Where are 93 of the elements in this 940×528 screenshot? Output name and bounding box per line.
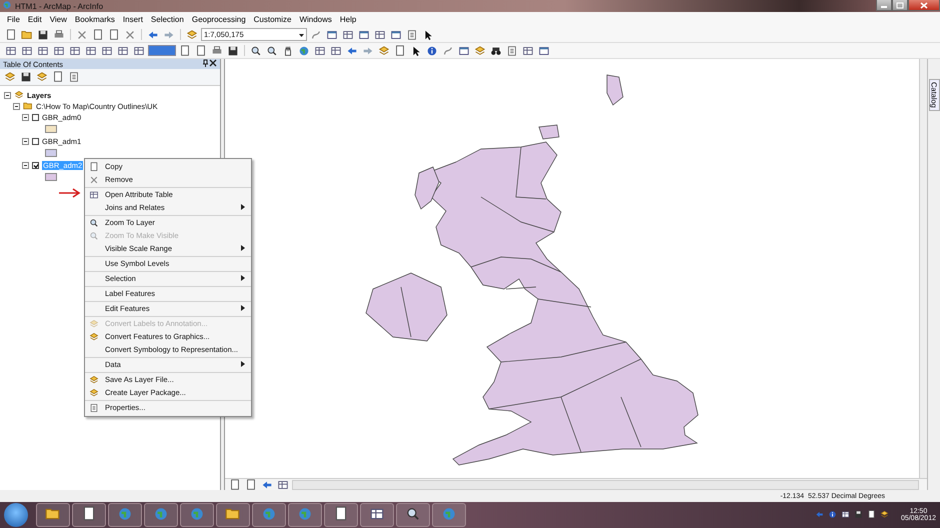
grid-icon[interactable] (36, 44, 50, 57)
collapse-icon[interactable] (4, 92, 11, 99)
menu-item[interactable]: Windows (295, 15, 336, 24)
layers-icon (88, 318, 98, 328)
layer-checkbox[interactable] (32, 114, 39, 121)
menu-item[interactable]: Bookmarks (70, 15, 119, 24)
grid-icon[interactable] (373, 28, 387, 41)
cross-icon (88, 174, 98, 184)
collapse-icon[interactable] (22, 138, 29, 145)
minimize-button[interactable] (876, 0, 892, 11)
restore-icon (896, 2, 904, 8)
grid-icon[interactable] (329, 44, 343, 57)
grid-icon[interactable] (84, 44, 98, 57)
layers-icon (88, 374, 98, 384)
page-icon[interactable] (228, 478, 242, 491)
layers-icon[interactable] (3, 70, 17, 84)
window-icon[interactable] (457, 44, 471, 57)
grid-icon[interactable] (521, 44, 535, 57)
grid-icon[interactable] (276, 478, 290, 491)
grid-icon[interactable] (116, 44, 130, 57)
close-icon (920, 2, 928, 8)
window-icon[interactable] (537, 44, 551, 57)
grid-icon[interactable] (20, 44, 34, 57)
grid-icon[interactable] (68, 44, 82, 57)
grid-icon[interactable] (132, 44, 146, 57)
layers-icon[interactable] (185, 28, 199, 41)
page-icon[interactable] (107, 28, 121, 41)
collapse-icon[interactable] (22, 162, 29, 169)
pin-icon[interactable] (202, 59, 209, 69)
taskbar-app-button[interactable] (324, 503, 358, 527)
restore-button[interactable] (892, 0, 908, 11)
menu-item[interactable]: Geoprocessing (188, 15, 250, 24)
folder-icon[interactable] (20, 28, 34, 41)
window-title: HTM1 - ArcMap - ArcInfo (15, 2, 104, 10)
magnifier-icon (88, 230, 98, 240)
menu-item[interactable]: Insert (118, 15, 147, 24)
page-icon (88, 162, 98, 172)
layers-icon[interactable] (473, 44, 487, 57)
grid-icon[interactable] (52, 44, 66, 57)
close-button[interactable] (908, 0, 940, 11)
taskbar-app-button[interactable] (36, 503, 70, 527)
grid-icon[interactable] (341, 28, 355, 41)
taskbar-app-button[interactable] (360, 503, 394, 527)
menu-item[interactable]: Help (336, 15, 360, 24)
collapse-icon[interactable] (22, 114, 29, 121)
magnifier-icon[interactable] (265, 44, 279, 57)
grid-icon[interactable] (4, 44, 18, 57)
layers-icon[interactable] (880, 510, 889, 520)
layer-checkbox[interactable] (32, 138, 39, 145)
page-icon[interactable] (91, 28, 105, 41)
window-icon[interactable] (357, 28, 371, 41)
page-icon[interactable] (4, 28, 18, 41)
menu-item[interactable]: View (46, 15, 71, 24)
list-icon (88, 402, 98, 412)
close-icon[interactable] (209, 59, 217, 69)
info-icon[interactable] (828, 510, 837, 520)
page-icon[interactable] (866, 510, 876, 520)
page-icon[interactable] (194, 44, 208, 57)
info-icon[interactable] (425, 44, 439, 57)
menu-item[interactable]: Customize (250, 15, 296, 24)
menu-item[interactable]: File (3, 15, 24, 24)
magnifier-icon (88, 218, 98, 228)
magnifier-icon[interactable] (249, 44, 263, 57)
window-icon[interactable] (325, 28, 339, 41)
menu-item[interactable]: Edit (24, 15, 46, 24)
layers-icon (88, 332, 98, 342)
color-dropdown[interactable] (148, 45, 176, 56)
menu-item[interactable]: Selection (146, 15, 188, 24)
disk-icon[interactable] (36, 28, 50, 41)
collapse-icon[interactable] (13, 103, 20, 110)
list-icon[interactable] (405, 28, 419, 41)
disk-icon[interactable] (226, 44, 240, 57)
list-icon[interactable] (505, 44, 519, 57)
window-icon[interactable] (389, 28, 403, 41)
grid-icon[interactable] (840, 510, 850, 520)
layers-icon (88, 388, 98, 398)
list-icon[interactable] (67, 70, 81, 84)
start-button[interactable] (4, 503, 28, 527)
grid-icon[interactable] (313, 44, 327, 57)
taskbar-app-button[interactable] (396, 503, 430, 527)
grid-icon[interactable] (100, 44, 114, 57)
layer-checkbox[interactable] (32, 162, 39, 169)
taskbar-app-button[interactable] (72, 503, 106, 527)
horizontal-scrollbar[interactable] (292, 480, 919, 490)
layers-icon[interactable] (35, 70, 49, 84)
page-icon[interactable] (393, 44, 407, 57)
page-icon[interactable] (244, 478, 258, 491)
pointer-arrow (58, 188, 80, 198)
layers-icon[interactable] (377, 44, 391, 57)
disk-icon[interactable] (19, 70, 33, 84)
grid-icon (88, 190, 98, 200)
page-icon[interactable] (178, 44, 192, 57)
page-icon[interactable] (51, 70, 65, 84)
